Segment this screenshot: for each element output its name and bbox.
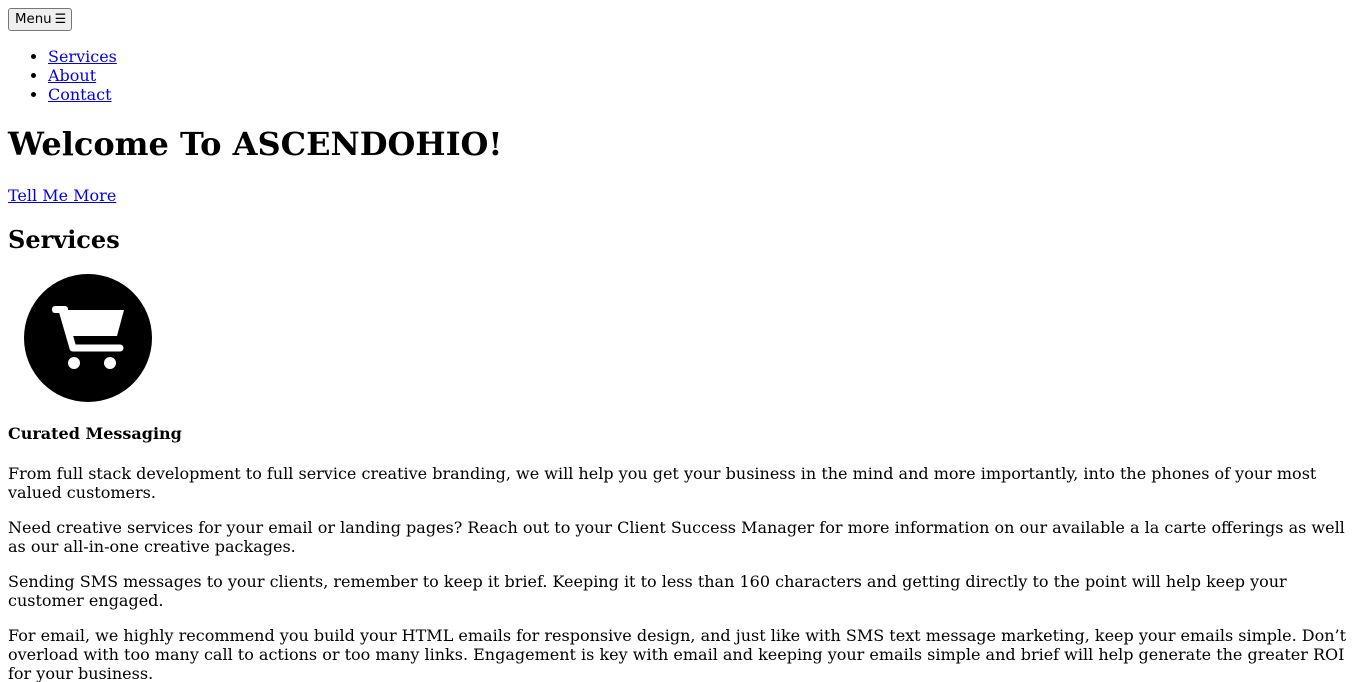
service-paragraph: From full stack development to full serv… (8, 464, 1317, 502)
tell-me-more-link[interactable]: Tell Me More (8, 186, 116, 205)
nav-link-about[interactable]: About (48, 66, 96, 85)
menu-label: Menu (15, 11, 52, 27)
service-paragraph: Sending SMS messages to your clients, re… (8, 572, 1287, 610)
shopping-cart-icon (24, 274, 152, 402)
hamburger-icon: ☰ (54, 12, 67, 27)
menu-button[interactable]: Menu ☰ (8, 8, 73, 31)
nav-item-services: Services (48, 47, 117, 66)
service-paragraph: Need creative services for your email or… (8, 518, 1345, 556)
service-title: Curated Messaging (8, 424, 182, 443)
nav-link-contact[interactable]: Contact (48, 85, 112, 104)
main-nav: Services About Contact (8, 47, 117, 104)
hero-title: Welcome To ASCENDOHIO! (8, 125, 503, 163)
service-paragraph: For email, we highly recommend you build… (8, 626, 1347, 682)
nav-item-about: About (48, 66, 117, 85)
nav-link-services[interactable]: Services (48, 47, 117, 66)
services-heading: Services (8, 225, 120, 254)
nav-item-contact: Contact (48, 85, 117, 104)
